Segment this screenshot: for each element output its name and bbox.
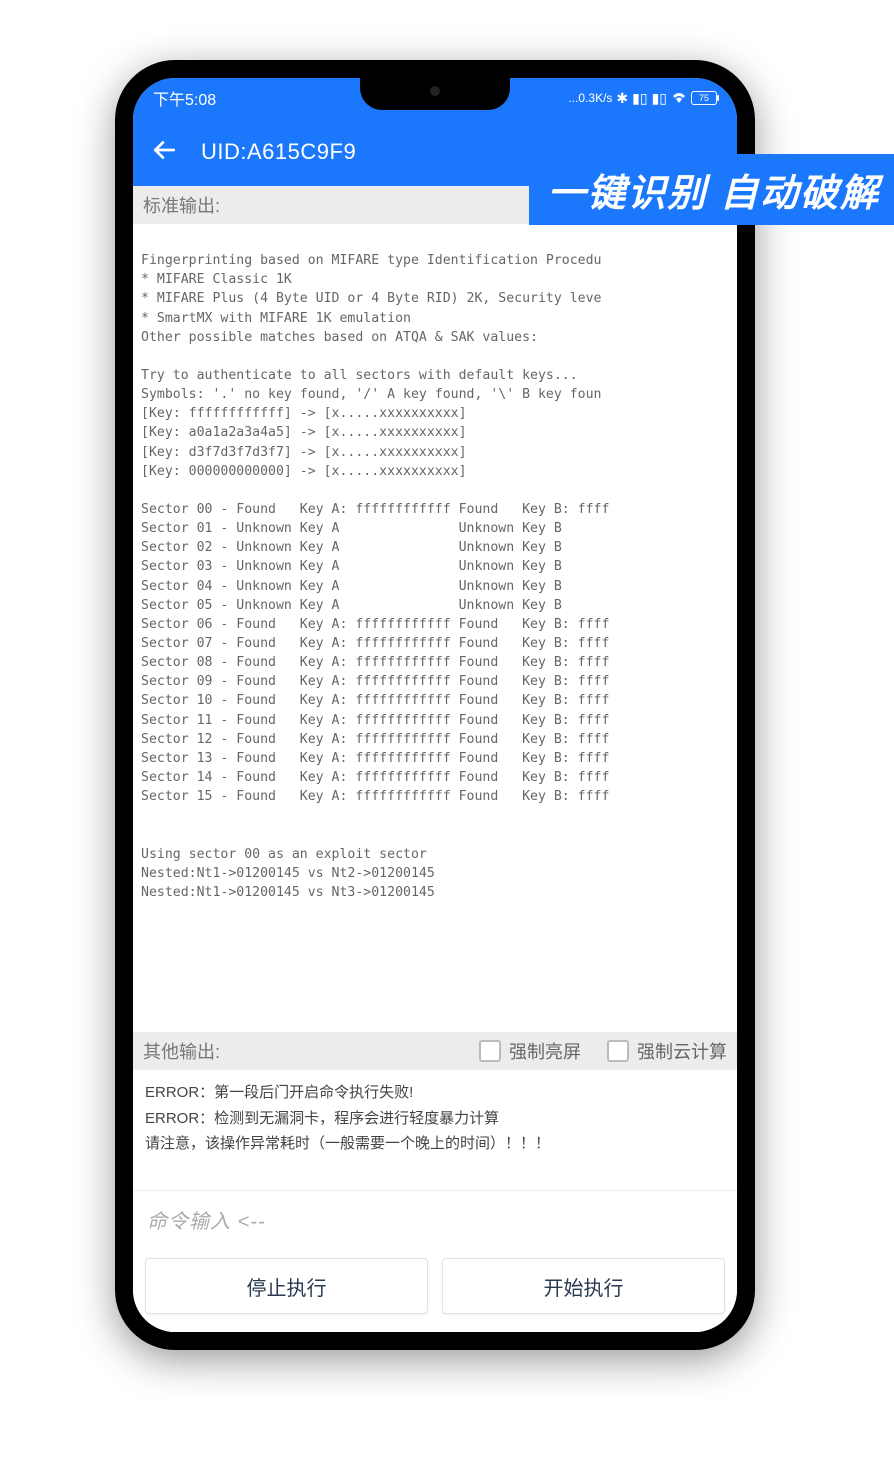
phone-notch xyxy=(360,78,510,110)
bluetooth-icon: ✱ xyxy=(616,90,628,107)
error-line: ERROR：第一段后门开启命令执行失败! xyxy=(145,1080,725,1106)
phone-screen: 下午5:08 ...0.3K/s ✱ ▮▯ ▮▯ 75 UID:A615C9F9… xyxy=(133,78,737,1332)
force-bright-label: 强制亮屏 xyxy=(509,1038,581,1064)
status-net-speed: ...0.3K/s xyxy=(568,91,612,105)
stop-button[interactable]: 停止执行 xyxy=(145,1258,428,1314)
other-label: 其他输出: xyxy=(143,1038,220,1064)
status-time: 下午5:08 xyxy=(153,86,216,110)
status-right: ...0.3K/s ✱ ▮▯ ▮▯ 75 xyxy=(568,90,717,107)
battery-icon: 75 xyxy=(691,91,717,105)
console-output[interactable]: Fingerprinting based on MIFARE type Iden… xyxy=(133,224,737,1032)
page-title: UID:A615C9F9 xyxy=(201,139,356,165)
button-row: 停止执行 开始执行 xyxy=(133,1248,737,1332)
force-cloud-checkbox[interactable] xyxy=(607,1040,629,1062)
phone-frame: 下午5:08 ...0.3K/s ✱ ▮▯ ▮▯ 75 UID:A615C9F9… xyxy=(115,60,755,1350)
signal-icon-1: ▮▯ xyxy=(632,90,647,107)
force-cloud-label: 强制云计算 xyxy=(637,1038,727,1064)
other-header: 其他输出: 强制亮屏 强制云计算 xyxy=(133,1032,737,1070)
force-bright-checkbox[interactable] xyxy=(479,1040,501,1062)
error-line: ERROR：检测到无漏洞卡，程序会进行轻度暴力计算 xyxy=(145,1106,725,1132)
other-output[interactable]: ERROR：第一段后门开启命令执行失败! ERROR：检测到无漏洞卡，程序会进行… xyxy=(133,1070,737,1190)
command-input[interactable]: 命令输入 <-- xyxy=(133,1190,737,1248)
wifi-icon xyxy=(671,90,687,106)
back-button[interactable] xyxy=(151,137,177,168)
signal-icon-2: ▮▯ xyxy=(652,90,667,107)
command-placeholder: 命令输入 <-- xyxy=(147,1211,266,1233)
start-button[interactable]: 开始执行 xyxy=(442,1258,725,1314)
stdout-label: 标准输出: xyxy=(143,192,220,218)
notice-line: 请注意，该操作异常耗时（一般需要一个晚上的时间）！！！ xyxy=(145,1131,725,1157)
promo-overlay: 一键识别 自动破解 xyxy=(529,154,894,225)
